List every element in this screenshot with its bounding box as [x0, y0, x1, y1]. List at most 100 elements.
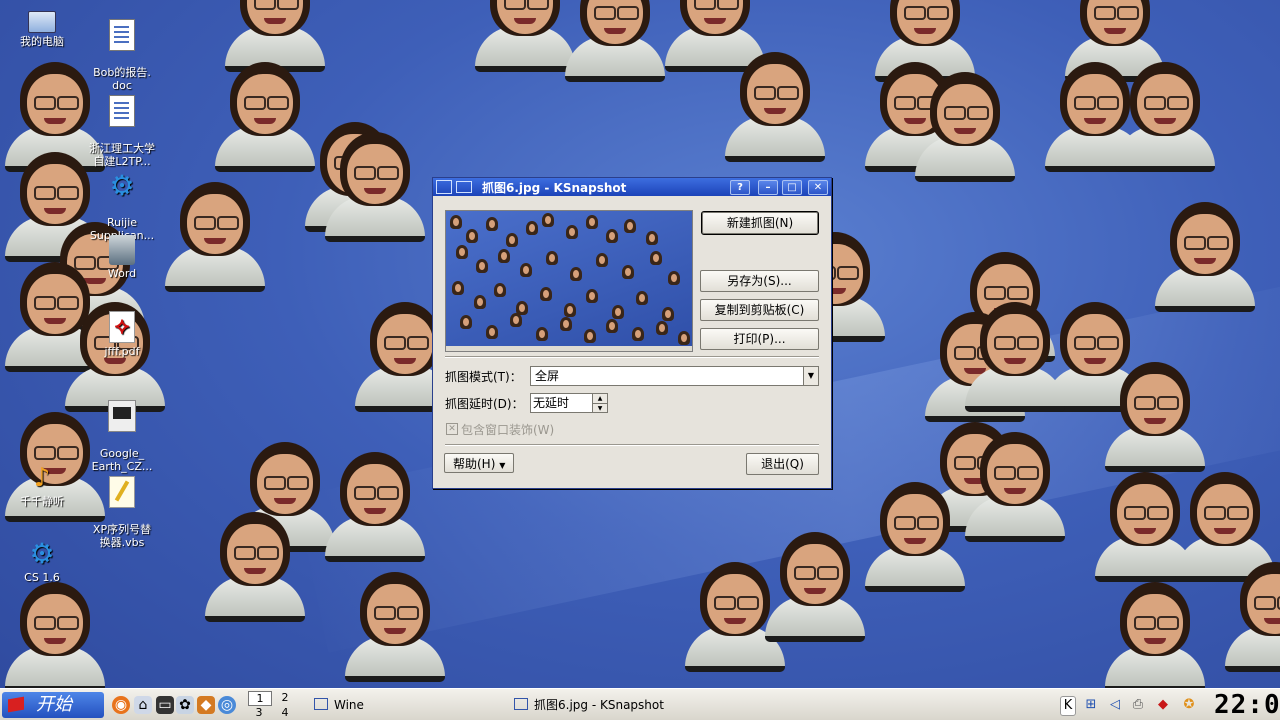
spin-down-icon[interactable]: ▼ [592, 403, 607, 412]
preview-face [452, 281, 464, 295]
preview-face [466, 229, 478, 243]
desktop-pager[interactable]: 1 2 3 4 [248, 691, 296, 719]
wallpaper-face [1110, 60, 1220, 172]
emblem-icon[interactable]: ✪ [1180, 696, 1198, 714]
preview-face [456, 245, 468, 259]
printer-icon[interactable]: ⎙ [1129, 696, 1147, 714]
quit-button[interactable]: 退出(Q) [746, 453, 819, 475]
minimize-button[interactable]: – [758, 179, 778, 195]
network-icon[interactable]: ✿ [176, 696, 194, 714]
preview-face [622, 265, 634, 279]
pager-desktop-4[interactable]: 4 [274, 706, 296, 719]
preview-face [612, 305, 624, 319]
new-snapshot-button[interactable]: 新建抓图(N) [701, 211, 819, 235]
computer-icon [28, 11, 56, 33]
preview-face [584, 329, 596, 343]
print-button[interactable]: 打印(P)... [700, 328, 819, 350]
preview-face [632, 327, 644, 341]
wallpaper-face [720, 50, 830, 162]
wallpaper-face [160, 180, 270, 292]
volume-icon[interactable]: ◁ [1106, 696, 1124, 714]
preview-face [650, 251, 662, 265]
preview-face [624, 219, 636, 233]
preview-face [566, 225, 578, 239]
close-button[interactable]: ✕ [808, 179, 828, 195]
wallpaper-face [860, 480, 970, 592]
terminal-icon[interactable]: ▭ [156, 696, 174, 714]
app-menu-icon[interactable] [436, 180, 452, 194]
maximize-button[interactable]: □ [782, 179, 802, 195]
media-icon[interactable]: ◆ [197, 696, 215, 714]
include-decorations-checkbox[interactable]: ✕ [446, 423, 458, 435]
preview-face [668, 271, 680, 285]
spin-up-icon[interactable]: ▲ [592, 394, 607, 403]
desktop[interactable]: 我的电脑 Bob的报告. doc 浙江理工大学 自建L2TP... ⚙ Ruij… [0, 0, 1280, 688]
preview-face [656, 321, 668, 335]
chevron-down-icon[interactable]: ▼ [803, 367, 818, 385]
preview-face [510, 313, 522, 327]
window-icon [314, 698, 328, 710]
word-icon [109, 235, 135, 265]
desktop-icon-xp-serial[interactable]: XP序列号替 换器.vbs [80, 463, 164, 562]
wallpaper-face [320, 130, 430, 242]
wallpaper-face [560, 0, 670, 82]
preview-face [662, 307, 674, 321]
wallpaper-face [960, 430, 1070, 542]
pdf-icon: ⟡ [109, 311, 135, 343]
desktop-icon-label: XP序列号替 换器.vbs [92, 523, 152, 549]
start-flag-icon [8, 696, 24, 713]
save-as-button[interactable]: 另存为(S)... [700, 270, 819, 292]
klipper-icon[interactable]: K [1060, 696, 1076, 716]
window-title: 抓图6.jpg - KSnapshot [482, 180, 627, 195]
desktop-icon-label: 千千静听 [20, 495, 64, 508]
preview-face [678, 331, 690, 345]
desktop-icon-pdf[interactable]: ⟡ jfff.pdf [80, 311, 164, 358]
task-ksnapshot[interactable]: 抓图6.jpg - KSnapshot [514, 694, 714, 716]
preview-face [606, 319, 618, 333]
file-manager-icon[interactable]: ⌂ [134, 696, 152, 714]
preview-face [542, 213, 554, 227]
gear-icon: ⚙ [109, 169, 135, 202]
document-icon [109, 19, 135, 51]
desktop-icon-word[interactable]: Word [80, 235, 164, 280]
preview-face [586, 289, 598, 303]
copy-to-clipboard-button[interactable]: 复制到剪贴板(C) [700, 299, 819, 321]
firefox-icon[interactable]: ◉ [112, 696, 130, 714]
wallpaper-face [200, 510, 310, 622]
chevron-down-icon: ▼ [499, 461, 506, 470]
preview-face [636, 291, 648, 305]
preview-face [564, 303, 576, 317]
network-monitor-icon[interactable]: ⊞ [1082, 696, 1100, 714]
help-menu-button[interactable]: 帮助(H) ▼ [444, 453, 514, 473]
clock: 22:03 [1214, 690, 1280, 720]
task-label: Wine [334, 698, 364, 712]
preview-face [486, 325, 498, 339]
separator [445, 444, 819, 446]
preview-face [520, 263, 532, 277]
preview-face [474, 295, 486, 309]
desktop-icon-cs16[interactable]: ⚙ CS 1.6 [0, 539, 84, 585]
separator [445, 356, 819, 358]
ksnapshot-window[interactable]: 抓图6.jpg - KSnapshot ? – □ ✕ 新建抓图(N) 另存为(… [432, 177, 832, 489]
gem-icon[interactable]: ◆ [1154, 696, 1172, 714]
pager-desktop-2[interactable]: 2 [274, 691, 296, 704]
script-icon [109, 476, 135, 508]
help-title-button[interactable]: ? [730, 179, 750, 195]
capture-mode-select[interactable]: 全屏 ▼ [530, 366, 819, 386]
preview-face [646, 231, 658, 245]
wallpaper-face [1100, 360, 1210, 472]
pager-desktop-3[interactable]: 3 [248, 706, 270, 719]
sticky-icon[interactable] [456, 181, 472, 193]
window-titlebar[interactable]: 抓图6.jpg - KSnapshot ? – □ ✕ [433, 178, 831, 196]
pager-desktop-1[interactable]: 1 [248, 691, 272, 706]
delay-spinbox[interactable]: 无延时 ▲ ▼ [530, 393, 608, 413]
wallpaper-face [910, 70, 1020, 182]
desktop-icon-ttplayer[interactable]: ♪ 千千静听 [0, 463, 84, 508]
wallpaper-face [320, 450, 430, 562]
task-wine[interactable]: Wine [314, 694, 494, 716]
start-button[interactable]: 开始 [2, 692, 104, 718]
document-icon [109, 95, 135, 127]
web-browser-icon[interactable]: ◎ [218, 696, 236, 714]
snapshot-preview[interactable] [445, 210, 693, 352]
desktop-icon-my-computer[interactable]: 我的电脑 [0, 6, 84, 48]
